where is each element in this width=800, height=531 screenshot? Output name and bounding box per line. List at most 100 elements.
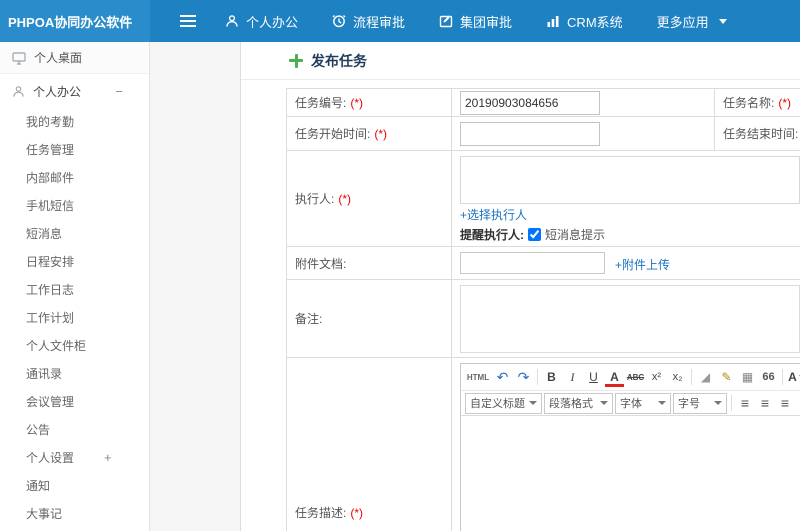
editor-font-color-button[interactable]: A — [605, 370, 624, 387]
sidebar-item-label: 手机短信 — [26, 199, 75, 213]
editor-align-right-button[interactable]: ≡ — [776, 393, 794, 413]
sidebar-item-announcement[interactable]: 公告 — [0, 416, 149, 444]
sidebar-item-label: 工作计划 — [26, 311, 75, 325]
caret-down-icon — [600, 401, 608, 405]
task-name-label-cell: 任务名称: (*) — [715, 89, 800, 117]
start-time-label: 任务开始时间: — [295, 127, 371, 141]
end-time-label-cell: 任务结束时间: (*) — [715, 117, 800, 151]
sidebar-item-task-management[interactable]: 任务管理 — [0, 136, 149, 164]
select-executor-link[interactable]: +选择执行人 — [460, 206, 527, 223]
crm-chart-icon — [547, 16, 559, 27]
editor-superscript-button[interactable]: x² — [647, 367, 666, 387]
nav-item-more-apps[interactable]: 更多应用 — [640, 0, 744, 42]
sidebar-item-schedule[interactable]: 日程安排 — [0, 248, 149, 276]
expand-icon[interactable]: + — [104, 444, 112, 472]
start-time-input[interactable] — [460, 121, 600, 146]
attachment-input[interactable] — [460, 252, 605, 274]
editor-font-dropdown-button[interactable]: A — [787, 367, 800, 387]
form-row-task-time: 任务开始时间: (*) 任务结束时间: (*) — [287, 117, 800, 151]
editor-html-button[interactable]: HTML — [465, 367, 491, 387]
nav-item-label: 流程审批 — [353, 14, 406, 30]
editor-blockquote-button[interactable]: 66 — [759, 367, 778, 387]
nav-item-label: 个人办公 — [246, 14, 299, 30]
sidebar-item-label: 工作日志 — [26, 283, 75, 297]
required-mark: (*) — [778, 95, 792, 110]
remark-label-cell: 备注: — [287, 280, 452, 358]
top-navbar: PHPOA协同办公软件 个人办公 流程审批 集团审批 CRM系统 更多应用 — [0, 0, 800, 42]
editor-underline-button[interactable]: U — [584, 367, 603, 387]
editor-italic-button[interactable]: I — [563, 367, 582, 387]
sidebar-item-label: 内部邮件 — [26, 171, 75, 185]
sidebar-group-personal-office[interactable]: 个人办公 − — [0, 74, 149, 108]
hamburger-icon — [180, 20, 196, 22]
sidebar-item-personal-desktop[interactable]: 个人桌面 — [0, 42, 149, 74]
attachment-field-cell: +附件上传 — [452, 247, 800, 280]
nav-item-personal-office[interactable]: 个人办公 — [208, 0, 315, 42]
sidebar: 个人桌面 个人办公 − 我的考勤 任务管理 内部邮件 手机短信 短消息 日程安排… — [0, 42, 150, 531]
editor-subscript-button[interactable]: x₂ — [668, 367, 687, 387]
sidebar-item-label: 短消息 — [26, 227, 63, 241]
heading-select-label: 自定义标题 — [470, 398, 525, 410]
font-dropdown-label: A — [788, 370, 797, 384]
sms-remind-checkbox[interactable] — [528, 228, 541, 241]
attachment-controls: +附件上传 — [460, 252, 670, 274]
remark-label: 备注: — [295, 312, 323, 326]
sidebar-item-label: 个人设置 — [26, 451, 75, 465]
executor-label-cell: 执行人: (*) — [287, 151, 452, 247]
remind-executor-label: 提醒执行人: — [460, 228, 524, 242]
nav-item-label: 更多应用 — [656, 14, 709, 30]
editor-strikethrough-button[interactable]: ABC — [626, 367, 645, 387]
remark-textarea[interactable] — [460, 285, 800, 353]
editor-redo-button[interactable]: ↷ — [514, 367, 533, 387]
user-icon — [226, 15, 238, 27]
sidebar-item-contacts[interactable]: 通讯录 — [0, 360, 149, 388]
sidebar-item-file-cabinet[interactable]: 个人文件柜 — [0, 332, 149, 360]
editor-fill-color-button[interactable]: ▦ — [738, 367, 757, 387]
menu-toggle-button[interactable] — [168, 0, 208, 42]
editor-remove-format-button[interactable]: ◢ — [696, 367, 715, 387]
executor-textarea[interactable] — [460, 156, 800, 204]
sidebar-item-label: 个人文件柜 — [26, 339, 87, 353]
add-icon — [289, 53, 303, 68]
sidebar-item-short-message[interactable]: 短消息 — [0, 220, 149, 248]
sidebar-item-work-plan[interactable]: 工作计划 — [0, 304, 149, 332]
nav-item-crm[interactable]: CRM系统 — [529, 0, 640, 42]
end-time-label: 任务结束时间: — [723, 127, 799, 141]
sidebar-item-mobile-sms[interactable]: 手机短信 — [0, 192, 149, 220]
form-row-attachment: 附件文档: +附件上传 — [287, 247, 800, 280]
editor-align-left-button[interactable]: ≡ — [736, 393, 754, 413]
sidebar-item-label: 通讯录 — [26, 367, 63, 381]
start-time-field-cell — [452, 117, 715, 151]
sidebar-item-internal-mail[interactable]: 内部邮件 — [0, 164, 149, 192]
editor-align-center-button[interactable]: ≡ — [756, 393, 774, 413]
page-header: 发布任务 — [241, 42, 800, 80]
editor-paragraph-select[interactable]: 段落格式 — [544, 392, 613, 414]
attachment-upload-link[interactable]: +附件上传 — [615, 256, 670, 273]
sidebar-item-label: 公告 — [26, 423, 51, 437]
editor-font-size-select[interactable]: 字号 — [673, 392, 727, 414]
editor-heading-select[interactable]: 自定义标题 — [465, 392, 542, 414]
editor-font-family-select[interactable]: 字体 — [615, 392, 671, 414]
editor-content-area[interactable] — [461, 416, 800, 531]
editor-bold-button[interactable]: B — [542, 367, 561, 387]
font-family-select-label: 字体 — [620, 398, 642, 410]
caret-down-icon — [718, 18, 727, 24]
sidebar-item-personal-settings[interactable]: 个人设置 + — [0, 444, 149, 472]
sidebar-item-events[interactable]: 大事记 — [0, 500, 149, 528]
editor-undo-button[interactable]: ↶ — [493, 367, 512, 387]
rich-text-editor: HTML ↶ ↷ B I U A ABC x² x₂ ◢ ✎ ▦ 66 A 自定… — [460, 363, 800, 531]
task-number-field-cell — [452, 89, 715, 117]
task-number-input[interactable] — [460, 90, 600, 115]
sidebar-item-meeting-management[interactable]: 会议管理 — [0, 388, 149, 416]
sidebar-item-work-log[interactable]: 工作日志 — [0, 276, 149, 304]
nav-item-group-approval[interactable]: 集团审批 — [422, 0, 529, 42]
caret-down-icon — [714, 401, 722, 405]
collapse-icon[interactable]: − — [115, 84, 123, 99]
sidebar-item-notice[interactable]: 通知 — [0, 472, 149, 500]
editor-format-brush-button[interactable]: ✎ — [717, 367, 736, 387]
font-size-select-label: 字号 — [678, 398, 700, 410]
form-row-task-number: 任务编号: (*) 任务名称: (*) — [287, 89, 800, 117]
start-time-label-cell: 任务开始时间: (*) — [287, 117, 452, 151]
nav-item-workflow-approval[interactable]: 流程审批 — [315, 0, 422, 42]
sidebar-item-attendance[interactable]: 我的考勤 — [0, 108, 149, 136]
